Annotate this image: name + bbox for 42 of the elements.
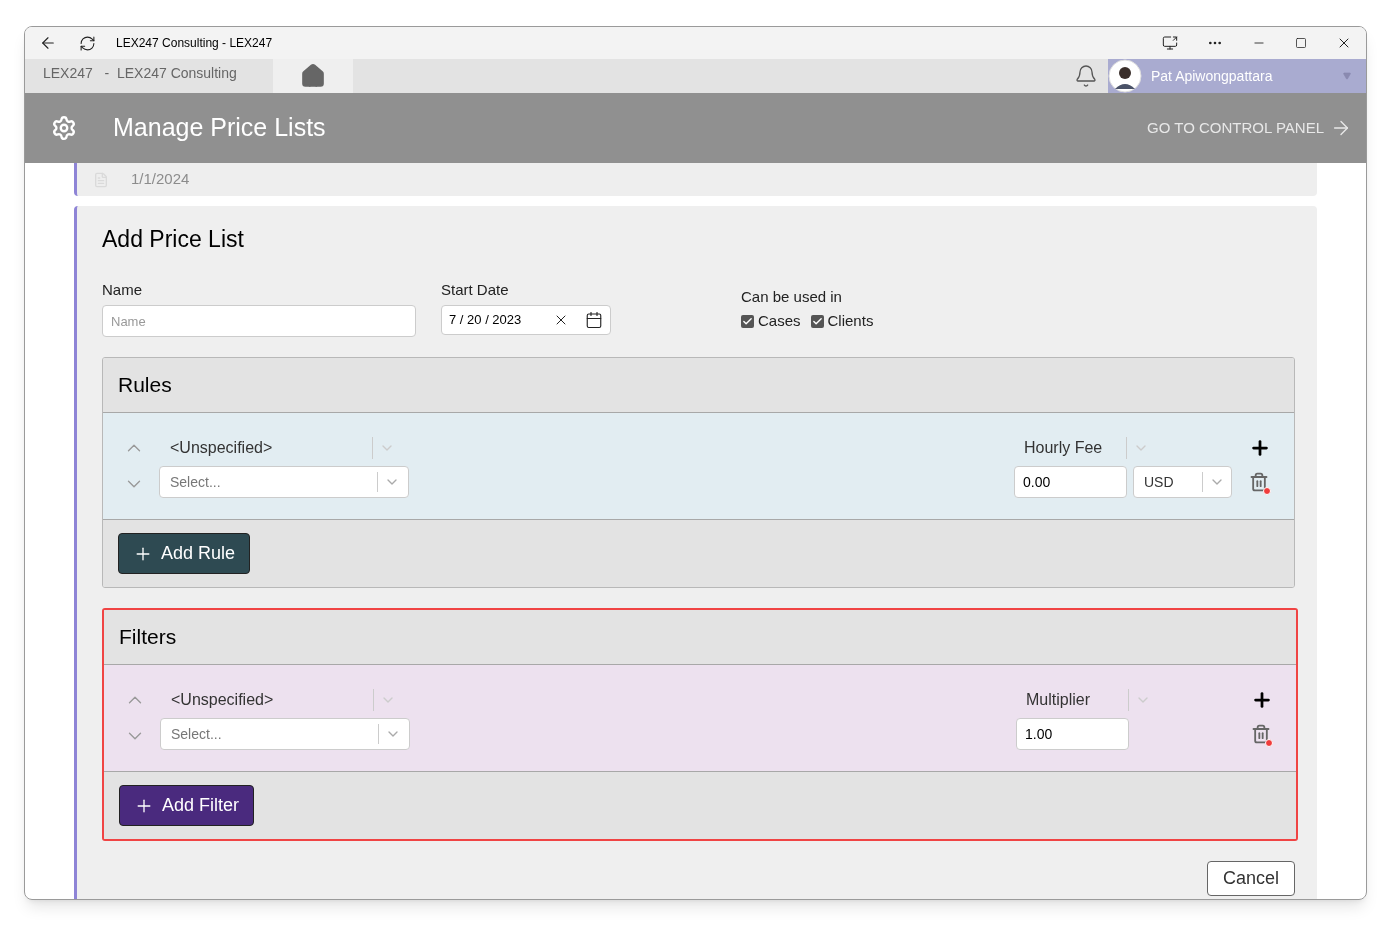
add-button[interactable]: Add Filter — [119, 785, 255, 826]
add-button[interactable]: Add Rule — [118, 533, 251, 574]
value-type-dropdown[interactable]: Multiplier — [1016, 686, 1156, 714]
cast-icon[interactable] — [1162, 35, 1178, 51]
select-field[interactable]: Select... — [160, 718, 410, 750]
add-icon[interactable] — [1249, 437, 1271, 459]
usage-checkbox[interactable]: Clients — [810, 310, 874, 333]
user-name: Pat Apiwongpattara — [1151, 66, 1273, 86]
breadcrumb: LEX247 - LEX247 Consulting — [43, 64, 238, 83]
home-tab[interactable] — [273, 59, 353, 93]
field-label: Name — [102, 279, 143, 300]
select-field[interactable]: Select... — [159, 466, 409, 498]
date-field[interactable]: 7 / 20 / 2023 — [441, 305, 611, 335]
cancel-button[interactable]: Cancel — [1206, 861, 1295, 896]
value-type-dropdown[interactable]: Hourly Fee — [1014, 434, 1154, 462]
window-title: LEX247 Consulting - LEX247 — [116, 35, 273, 52]
home-icon — [300, 63, 326, 89]
notification-bell-icon[interactable] — [1074, 64, 1098, 88]
caret-icon — [1342, 72, 1352, 80]
delete-icon[interactable] — [1251, 723, 1273, 747]
name-field[interactable]: Name — [102, 305, 416, 337]
check-icon — [742, 315, 753, 327]
field-dropdown[interactable]: <Unspecified> — [160, 686, 410, 714]
usage-checkbox[interactable]: Cases — [741, 310, 801, 333]
delete-icon[interactable] — [1249, 471, 1271, 495]
calendar-icon[interactable] — [585, 311, 603, 329]
refresh-icon[interactable] — [79, 34, 96, 52]
amount-field[interactable]: 1.00 — [1016, 718, 1129, 750]
page-title: Manage Price Lists — [113, 112, 326, 144]
back-icon[interactable] — [39, 34, 57, 52]
form-title: Add Price List — [102, 225, 245, 254]
maximize-icon[interactable] — [1295, 37, 1307, 49]
currency-dropdown[interactable]: USD — [1133, 466, 1232, 498]
section-title: Rules — [118, 372, 172, 399]
check-icon — [811, 315, 823, 327]
field-label: Can be used in — [741, 286, 843, 307]
field-dropdown[interactable]: <Unspecified> — [159, 434, 409, 462]
amount-field[interactable]: 0.00 — [1014, 466, 1127, 498]
start-date: 1/1/2024 — [131, 169, 190, 190]
field-label: Start Date — [441, 279, 510, 300]
section-title: Filters — [119, 624, 177, 651]
add-icon[interactable] — [1251, 689, 1273, 711]
